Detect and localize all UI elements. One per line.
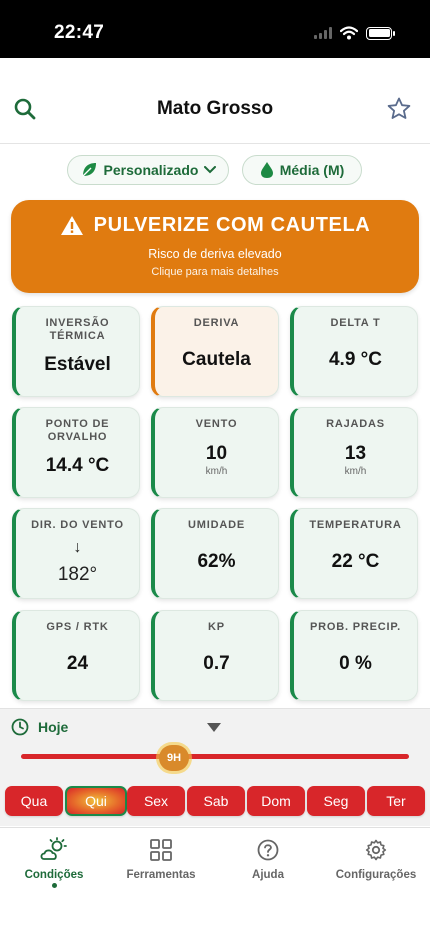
card-gusts[interactable]: RAJADAS 13 km/h (290, 407, 418, 498)
tab-tools[interactable]: Ferramentas (113, 836, 209, 881)
day-button[interactable]: Dom (247, 786, 305, 816)
grid-icon (150, 839, 172, 861)
filter-pills: Personalizado Média (M) (0, 155, 430, 187)
leaf-icon (82, 163, 96, 177)
chevron-down-icon (204, 166, 217, 174)
card-drift[interactable]: DERIVA Cautela (151, 306, 279, 397)
alert-title: PULVERIZE COM CAUTELA (93, 214, 371, 236)
card-value: 10 (205, 443, 228, 464)
card-label: PROB. PRECIP. (310, 621, 401, 633)
card-precip-prob[interactable]: PROB. PRECIP. 0 % (290, 610, 418, 701)
tab-label: Condições (24, 869, 84, 881)
droplet-label: Média (M) (279, 162, 345, 178)
droplet-size-selector[interactable]: Média (M) (242, 155, 362, 185)
card-value: 182° (57, 564, 98, 585)
wifi-icon (340, 26, 358, 40)
card-value: 22 °C (331, 551, 380, 572)
hour-slider-thumb[interactable]: 9H (159, 745, 189, 771)
day-button[interactable]: Seg (307, 786, 365, 816)
card-label: TEMPERATURA (309, 519, 402, 531)
card-value: 4.9 °C (328, 349, 382, 370)
card-label: INVERSÃO TÉRMICA (45, 317, 110, 342)
profile-selector[interactable]: Personalizado (67, 155, 229, 185)
signal-icon (314, 27, 332, 39)
caret-down-icon[interactable] (207, 723, 221, 732)
status-bar: 22:47 (0, 0, 430, 58)
alert-heading: PULVERIZE COM CAUTELA (11, 214, 419, 237)
card-humidity[interactable]: UMIDADE 62% (151, 508, 279, 599)
day-button-selected[interactable]: Qui (65, 786, 127, 816)
weather-icon (40, 837, 67, 860)
card-gps-rtk[interactable]: GPS / RTK 24 (12, 610, 140, 701)
card-kp[interactable]: KP 0.7 (151, 610, 279, 701)
tab-label: Ajuda (252, 869, 284, 881)
spray-alert-banner[interactable]: PULVERIZE COM CAUTELA Risco de deriva el… (11, 200, 419, 293)
profile-label: Personalizado (103, 162, 199, 178)
today-label: Hoje (38, 719, 69, 735)
active-tab-indicator (51, 883, 57, 888)
card-wind-direction[interactable]: DIR. DO VENTO ↓ 182° (12, 508, 140, 599)
card-label: GPS / RTK (46, 621, 109, 633)
alert-subtitle: Risco de deriva elevado (148, 247, 282, 261)
help-icon (257, 839, 279, 861)
card-value: Estável (44, 354, 111, 375)
forecast-timeline: Hoje 9H Qua Qui Sex Sab Dom Seg Ter (0, 708, 430, 826)
app-header: Mato Grosso (0, 58, 430, 144)
card-unit: km/h (344, 466, 367, 477)
day-button[interactable]: Sex (127, 786, 185, 816)
card-wind[interactable]: VENTO 10 km/h (151, 407, 279, 498)
card-value: 13 (344, 443, 367, 464)
day-button[interactable]: Sab (187, 786, 245, 816)
tab-conditions[interactable]: Condições (6, 836, 102, 888)
card-label: KP (208, 621, 225, 633)
status-icons (314, 26, 395, 40)
clock-icon (11, 718, 29, 736)
card-label: VENTO (195, 418, 238, 430)
card-label: RAJADAS (326, 418, 385, 430)
day-button[interactable]: Qua (5, 786, 63, 816)
arrow-down-icon: ↓ (73, 539, 82, 556)
card-value: Cautela (182, 349, 251, 370)
card-temperature[interactable]: TEMPERATURA 22 °C (290, 508, 418, 599)
warning-icon (60, 216, 83, 235)
card-thermal-inversion[interactable]: INVERSÃO TÉRMICA Estável (12, 306, 140, 397)
day-button[interactable]: Ter (367, 786, 425, 816)
bottom-tab-bar: Condições Ferramentas Ajuda Configuraçõe… (0, 827, 430, 935)
card-value: 24 (66, 653, 89, 674)
gear-icon (365, 839, 387, 861)
battery-icon (366, 26, 395, 40)
card-dew-point[interactable]: PONTO DE ORVALHO 14.4 °C (12, 407, 140, 498)
star-icon[interactable] (386, 96, 412, 122)
droplet-icon (260, 162, 273, 178)
today-toggle[interactable]: Hoje (11, 718, 68, 736)
card-label: UMIDADE (188, 519, 245, 531)
card-label: DERIVA (193, 317, 240, 329)
card-label: DIR. DO VENTO (31, 519, 124, 531)
hour-slider-track[interactable] (21, 754, 409, 759)
card-label: PONTO DE ORVALHO (45, 418, 110, 443)
card-value: 0 % (339, 653, 372, 674)
card-label: DELTA T (330, 317, 381, 329)
page-title: Mato Grosso (156, 98, 274, 119)
tab-settings[interactable]: Configurações (328, 836, 424, 881)
card-unit: km/h (205, 466, 228, 477)
tab-label: Ferramentas (126, 869, 196, 881)
card-delta-t[interactable]: DELTA T 4.9 °C (290, 306, 418, 397)
card-value: 0.7 (203, 653, 230, 674)
day-selector: Qua Qui Sex Sab Dom Seg Ter (5, 786, 425, 818)
tab-label: Configurações (335, 869, 417, 881)
card-value: 14.4 °C (45, 455, 110, 476)
card-value: 62% (197, 551, 236, 572)
alert-hint: Clique para mais detalhes (151, 266, 279, 278)
status-time: 22:47 (54, 22, 105, 43)
tab-help[interactable]: Ajuda (220, 836, 316, 881)
